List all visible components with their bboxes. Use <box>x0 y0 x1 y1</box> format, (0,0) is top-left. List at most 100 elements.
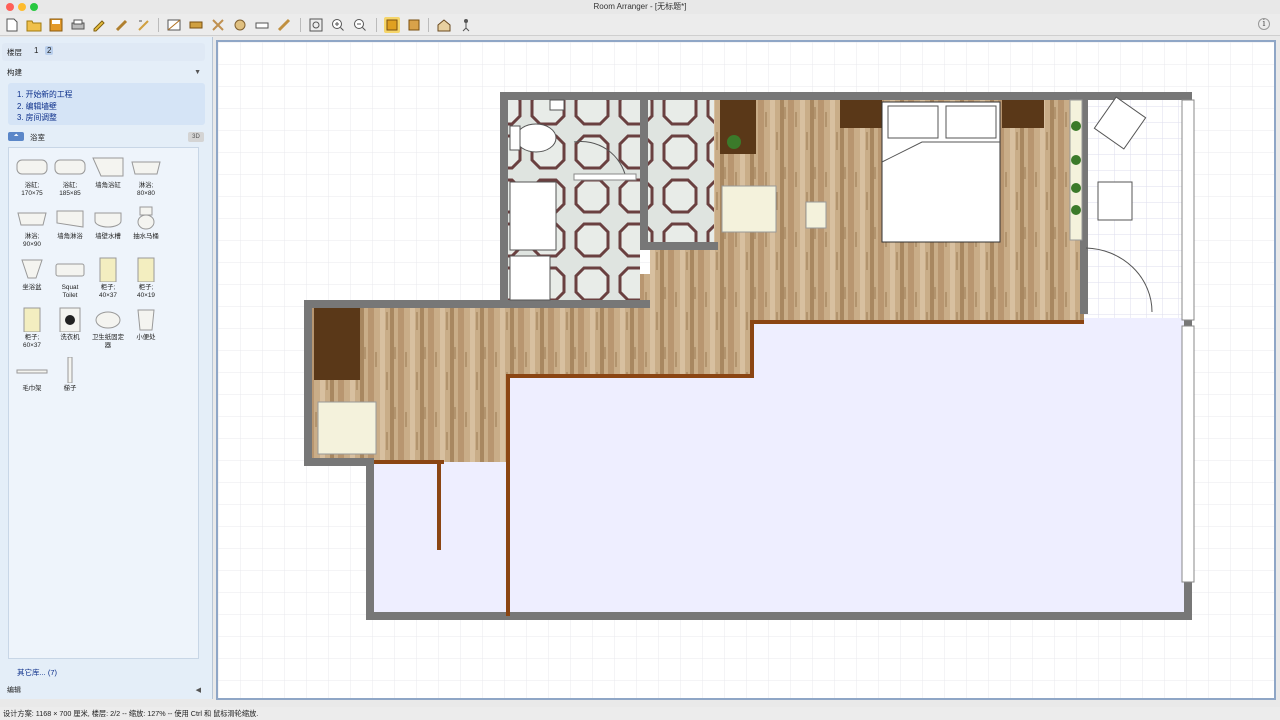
library-item-label: 卫生纸固定 器 <box>92 334 124 349</box>
ruler-icon[interactable] <box>276 17 292 33</box>
step-adjust-room[interactable]: 3. 房间调整 <box>17 112 196 124</box>
floor-plan-canvas[interactable] <box>216 40 1276 700</box>
library-3d-badge[interactable]: 3D <box>188 132 204 142</box>
flip-icon[interactable] <box>210 17 226 33</box>
title-bar: Room Arranger - [无标题*] <box>0 0 1280 14</box>
more-libraries-link[interactable]: 其它库... (7) <box>17 667 57 678</box>
3d-view-icon[interactable] <box>384 17 400 33</box>
rotate-icon[interactable] <box>188 17 204 33</box>
ladder-icon <box>53 356 87 384</box>
bathtub-icon <box>15 154 49 180</box>
library-item[interactable]: 小便处 <box>127 306 165 342</box>
library-item[interactable]: 墙角淋浴 <box>51 205 89 241</box>
library-item-label: 柜子; 60×37 <box>23 334 41 349</box>
library-item-label: 浴缸; 170×75 <box>21 182 43 197</box>
entry-cabinet[interactable] <box>314 308 360 380</box>
floor-tab-1[interactable]: 1 <box>32 46 40 55</box>
library-item[interactable]: 柜子; 40×37 <box>89 256 127 299</box>
library-item[interactable]: Squat Toilet <box>51 256 89 299</box>
library-item[interactable]: 柜子; 60×37 <box>13 306 51 349</box>
cabinet-icon <box>15 306 49 333</box>
library-item-label: 柜子; 40×37 <box>99 284 117 299</box>
floor-plan-svg[interactable] <box>218 42 1274 698</box>
fit-icon[interactable] <box>136 17 152 33</box>
library-item[interactable]: 淋浴; 90×90 <box>13 205 51 248</box>
open-icon[interactable] <box>26 17 42 33</box>
edit-label: 编辑 <box>7 687 21 694</box>
zoom-fit-icon[interactable] <box>308 17 324 33</box>
library-item-label: 洗衣机 <box>60 334 80 341</box>
nightstand-right[interactable] <box>1002 100 1044 128</box>
corner-bathtub-icon <box>91 154 125 180</box>
library-item[interactable]: 毛巾架 <box>13 357 51 393</box>
info-icon[interactable]: i <box>1258 18 1270 30</box>
window-upper[interactable] <box>1181 99 1195 321</box>
balcony-chair-2[interactable] <box>1097 181 1133 221</box>
library-item-label: 淋浴; 80×80 <box>137 182 155 197</box>
urinal-icon <box>129 306 163 332</box>
expand-arrow-icon[interactable]: ◀ <box>196 686 201 696</box>
align-icon[interactable] <box>232 17 248 33</box>
shower-icon <box>15 205 49 231</box>
house-icon[interactable] <box>436 17 452 33</box>
build-panel-header[interactable]: 构建 ▼ <box>2 66 205 80</box>
library-item[interactable]: 墙壁水槽 <box>89 205 127 241</box>
zoom-in-icon[interactable] <box>330 17 346 33</box>
library-item-label: 墙壁水槽 <box>95 233 121 240</box>
nightstand-left[interactable] <box>840 100 882 128</box>
library-item[interactable]: 淋浴; 80×80 <box>127 154 165 197</box>
sidebar: 楼层 1 2 构建 ▼ 1. 开始新的工程 2. 编辑墙壁 3. 房间调整 ⏶ … <box>0 37 213 699</box>
3d-house-icon[interactable] <box>406 17 422 33</box>
zoom-out-icon[interactable] <box>352 17 368 33</box>
entry-chair[interactable] <box>317 401 377 455</box>
wall-sink-icon <box>91 205 125 231</box>
floor-tab-2[interactable]: 2 <box>45 46 54 55</box>
library-item[interactable]: 浴缸; 170×75 <box>13 154 51 197</box>
shower-floor[interactable] <box>646 98 714 244</box>
library-toggle-icon[interactable]: ⏶ <box>8 132 24 141</box>
step-new-project[interactable]: 1. 开始新的工程 <box>17 89 196 101</box>
edit-panel-header[interactable]: 编辑 ◀ <box>2 686 205 696</box>
status-bar: 设计方案: 1168 × 700 厘米, 楼层: 2/2 -- 缩放: 127%… <box>0 707 1280 720</box>
print-icon[interactable] <box>70 17 86 33</box>
step-edit-walls[interactable]: 2. 编辑墙壁 <box>17 101 196 113</box>
bidet-icon <box>15 256 49 282</box>
armchair[interactable] <box>721 185 777 233</box>
squat-toilet-icon <box>53 256 87 282</box>
edit-icon[interactable] <box>92 17 108 33</box>
library-item-label: 柜子; 40×19 <box>137 284 155 299</box>
close-window-button[interactable] <box>6 3 14 11</box>
side-table[interactable] <box>805 201 827 229</box>
bathroom-cabinet[interactable] <box>509 181 557 251</box>
library-item[interactable]: 抽水马桶 <box>127 205 165 241</box>
library-name[interactable]: 浴室 <box>30 132 45 143</box>
window-lower[interactable] <box>1181 325 1195 583</box>
library-item[interactable]: 坐浴盆 <box>13 256 51 292</box>
library-item[interactable]: 浴缸; 185×85 <box>51 154 89 197</box>
measure-icon[interactable] <box>166 17 182 33</box>
paper-holder-icon <box>91 306 125 332</box>
walk-icon[interactable] <box>458 17 474 33</box>
save-icon[interactable] <box>48 17 64 33</box>
minimize-window-button[interactable] <box>18 3 26 11</box>
toilet[interactable] <box>515 123 557 153</box>
settings-icon[interactable] <box>114 17 130 33</box>
pencil-icon[interactable] <box>254 17 270 33</box>
library-item[interactable]: 卫生纸固定 器 <box>89 306 127 349</box>
library-item-label: Squat Toilet <box>61 284 79 299</box>
library-item[interactable]: 洗衣机 <box>51 306 89 342</box>
collapse-arrow-icon[interactable]: ▼ <box>194 66 201 80</box>
zoom-window-button[interactable] <box>30 3 38 11</box>
towel-rack-icon <box>15 357 49 383</box>
object-library: 浴缸; 170×75 浴缸; 185×85 墙角浴缸 淋浴; 80×80 淋浴; 90×… <box>8 147 199 659</box>
sink[interactable] <box>509 255 551 301</box>
build-label: 构建 <box>7 68 22 77</box>
new-icon[interactable] <box>4 17 20 33</box>
library-item[interactable]: 墙角浴缸 <box>89 154 127 190</box>
build-steps: 1. 开始新的工程 2. 编辑墙壁 3. 房间调整 <box>8 83 205 125</box>
library-item[interactable]: 梯子 <box>51 356 89 393</box>
library-item[interactable]: 柜子; 40×19 <box>127 256 165 299</box>
cabinet-icon <box>129 256 163 283</box>
washing-machine-icon <box>53 306 87 333</box>
library-item-label: 抽水马桶 <box>133 233 159 240</box>
